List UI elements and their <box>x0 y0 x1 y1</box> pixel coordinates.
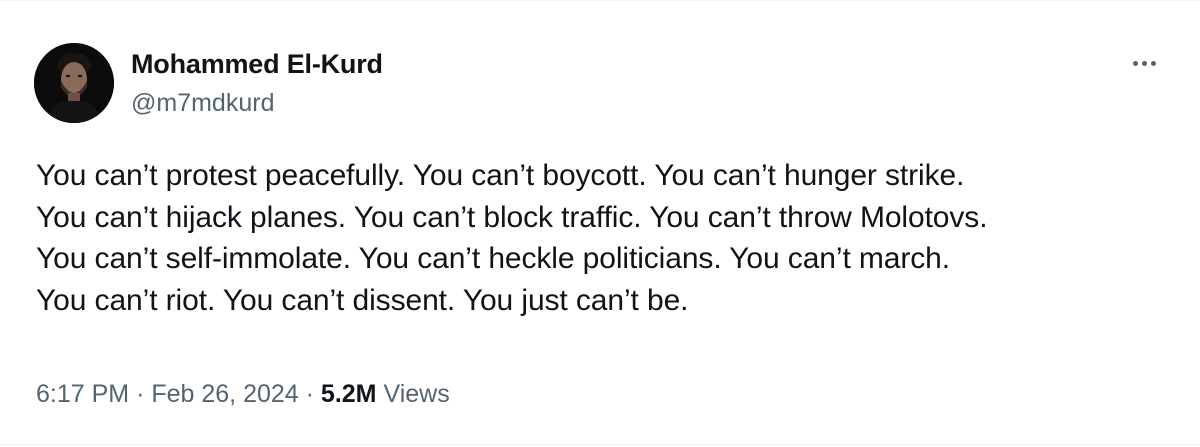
views-count: 5.2M <box>320 380 377 408</box>
card-top-border <box>0 0 1200 1</box>
tweet-metadata: 6:17 PM · Feb 26, 2024 · 5.2M Views <box>36 378 450 410</box>
avatar[interactable] <box>34 43 114 123</box>
more-horizontal-icon <box>1132 60 1138 66</box>
more-horizontal-icon-dot <box>1141 60 1147 66</box>
tweet-card: Mohammed El-Kurd @m7mdkurd You can’t pro… <box>0 0 1200 447</box>
tweet-date[interactable]: Feb 26, 2024 <box>151 380 298 408</box>
author-block: Mohammed El-Kurd @m7mdkurd <box>131 47 383 119</box>
more-horizontal-icon-dot <box>1150 60 1156 66</box>
meta-separator: · <box>305 380 314 408</box>
author-handle[interactable]: @m7mdkurd <box>131 87 383 119</box>
author-display-name[interactable]: Mohammed El-Kurd <box>131 47 383 81</box>
meta-separator: · <box>136 380 145 408</box>
views-label: Views <box>383 380 450 408</box>
avatar-image <box>34 43 114 123</box>
card-bottom-border <box>0 444 1200 445</box>
more-options-button[interactable] <box>1126 48 1162 78</box>
tweet-time[interactable]: 6:17 PM <box>36 380 129 408</box>
tweet-text: You can’t protest peacefully. You can’t … <box>36 159 988 317</box>
